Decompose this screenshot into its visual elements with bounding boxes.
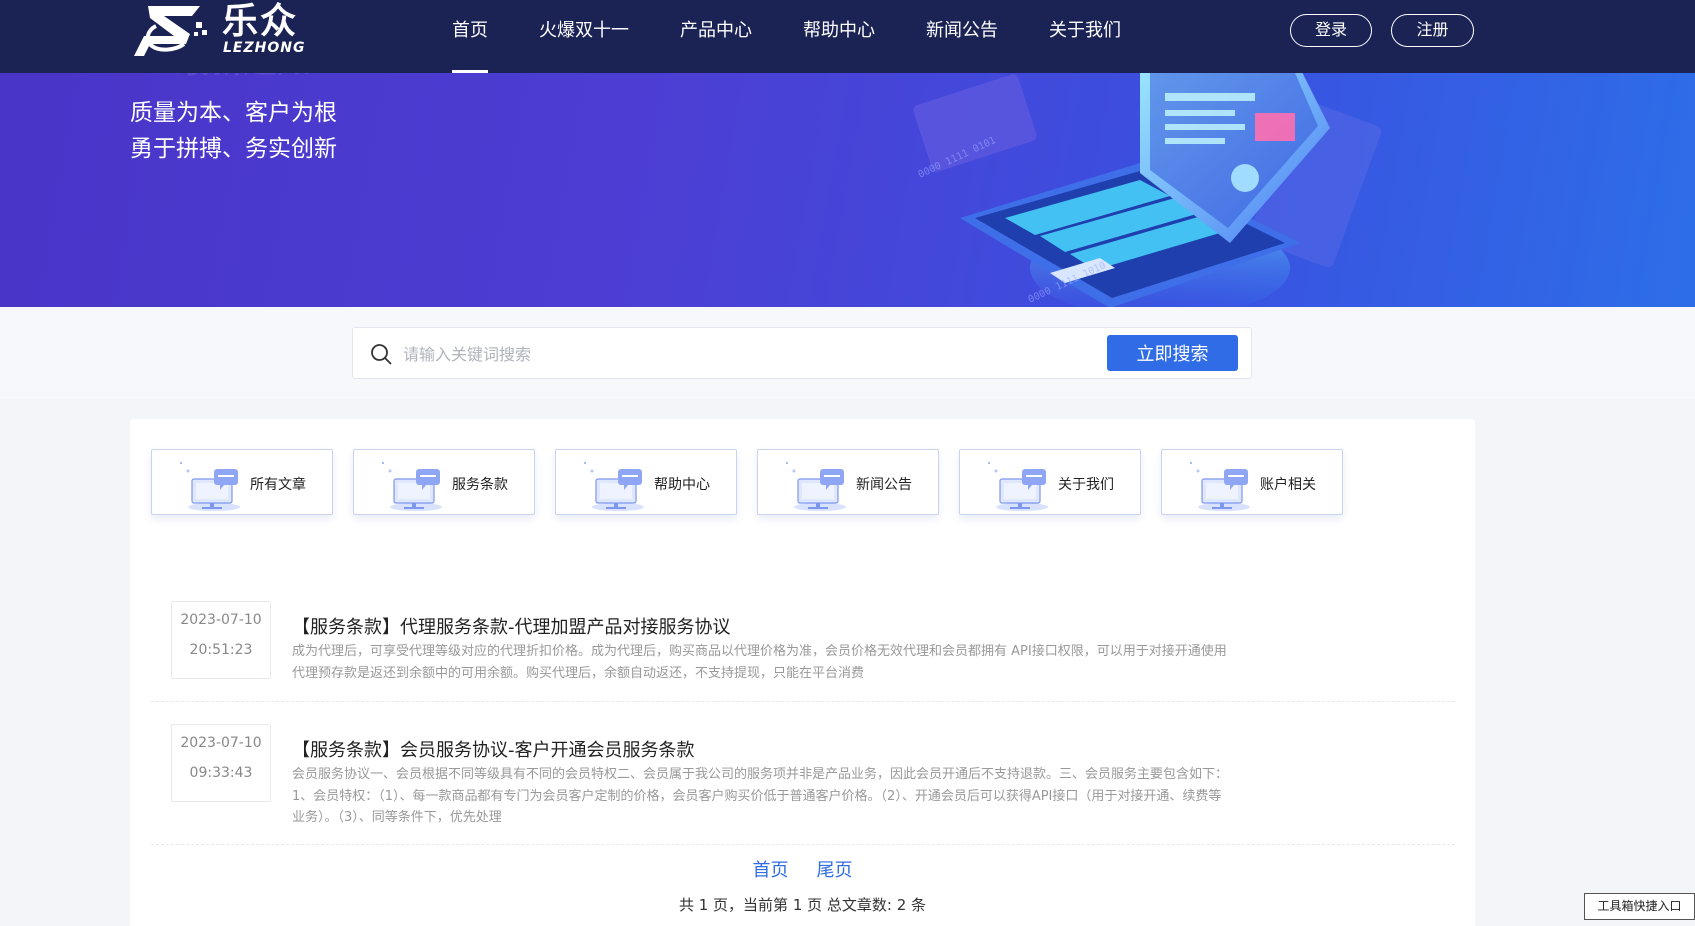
nav-news[interactable]: 新闻公告 (926, 0, 998, 73)
site-logo[interactable]: 乐众 LEZHONG (130, 0, 310, 62)
search-input[interactable] (403, 338, 1043, 370)
category-label: 新闻公告 (856, 477, 912, 493)
category-all-articles[interactable]: 所有文章 (151, 449, 333, 515)
article-panel: 所有文章 服务条款 帮助中心 新闻公告 关于我们 账户相关 2023-07-10… (130, 419, 1475, 926)
login-button[interactable]: 登录 (1290, 14, 1372, 47)
category-label: 关于我们 (1058, 477, 1114, 493)
hero-banner: 最新通知 质量为本、客户为根 勇于拼搏、务实创新 (0, 73, 1695, 307)
monitor-chat-icon (584, 462, 644, 511)
search-box: 立即搜索 (352, 327, 1252, 379)
pagination: 首页 尾页 共 1 页，当前第 1 页 总文章数: 2 条 (130, 856, 1475, 915)
category-news[interactable]: 新闻公告 (757, 449, 939, 515)
article-title-link[interactable]: 【服务条款】代理服务条款-代理加盟产品对接服务协议 (292, 613, 731, 639)
last-page-link[interactable]: 尾页 (817, 860, 853, 881)
nav-double-eleven[interactable]: 火爆双十一 (539, 0, 629, 73)
category-account[interactable]: 账户相关 (1161, 449, 1343, 515)
nav-about[interactable]: 关于我们 (1049, 0, 1121, 73)
category-label: 所有文章 (250, 477, 306, 493)
category-label: 帮助中心 (654, 477, 710, 493)
search-icon (371, 344, 392, 365)
toolbox-shortcut-button[interactable]: 工具箱快捷入口 (1584, 893, 1695, 920)
nav-products[interactable]: 产品中心 (680, 0, 752, 73)
monitor-chat-icon (180, 462, 240, 511)
article-item: 2023-07-10 09:33:43 【服务条款】会员服务协议-客户开通会员服… (151, 702, 1455, 845)
first-page-link[interactable]: 首页 (753, 860, 789, 881)
monitor-chat-icon (988, 462, 1048, 511)
article-summary: 成为代理后，可享受代理等级对应的代理折扣价格。成为代理后，购买商品以代理价格为准… (292, 644, 1227, 681)
register-button[interactable]: 注册 (1391, 14, 1474, 47)
category-label: 服务条款 (452, 477, 508, 493)
category-about[interactable]: 关于我们 (959, 449, 1141, 515)
monitor-chat-icon (382, 462, 442, 511)
search-button[interactable]: 立即搜索 (1107, 335, 1238, 371)
category-label: 账户相关 (1260, 477, 1316, 493)
logo-mark-icon (134, 6, 207, 56)
search-section: 立即搜索 (0, 307, 1695, 399)
pagination-info: 共 1 页，当前第 1 页 总文章数: 2 条 (678, 896, 927, 914)
monitor-chat-icon (786, 462, 846, 511)
pagination-links: 首页 尾页 (130, 856, 1475, 882)
banner-slogan-line2: 勇于拼搏、务实创新 (130, 136, 337, 162)
nav-home[interactable]: 首页 (452, 0, 488, 73)
category-terms[interactable]: 服务条款 (353, 449, 535, 515)
article-time: 09:33:43 (189, 765, 253, 781)
banner-faint-text: 最新通知 (175, 73, 311, 82)
article-date-box: 2023-07-10 09:33:43 (171, 724, 271, 802)
article-date-box: 2023-07-10 20:51:23 (171, 601, 271, 679)
main-nav: 首页 火爆双十一 产品中心 帮助中心 新闻公告 关于我们 (452, 0, 1172, 73)
top-navbar: 乐众 LEZHONG 首页 火爆双十一 产品中心 帮助中心 新闻公告 关于我们 … (0, 0, 1695, 73)
banner-slogan-line1: 质量为本、客户为根 (130, 100, 337, 126)
logo-subtext: LEZHONG (223, 40, 306, 56)
monitor-chat-icon (1190, 462, 1250, 511)
article-title-link[interactable]: 【服务条款】会员服务协议-客户开通会员服务条款 (292, 736, 695, 762)
laptop-illustration-icon: 0000 1111 0101 0000 1111 1010 (913, 73, 1382, 307)
category-tabs: 所有文章 服务条款 帮助中心 新闻公告 关于我们 账户相关 (151, 449, 1363, 515)
article-date: 2023-07-10 (180, 735, 262, 751)
article-time: 20:51:23 (189, 642, 253, 658)
logo-text: 乐众 (222, 1, 299, 42)
nav-help-center[interactable]: 帮助中心 (803, 0, 875, 73)
article-date: 2023-07-10 (180, 612, 262, 628)
category-help-center[interactable]: 帮助中心 (555, 449, 737, 515)
article-summary: 会员服务协议一、会员根据不同等级具有不同的会员特权二、会员属于我公司的服务项并非… (292, 767, 1229, 825)
article-item: 2023-07-10 20:51:23 【服务条款】代理服务条款-代理加盟产品对… (151, 579, 1455, 702)
